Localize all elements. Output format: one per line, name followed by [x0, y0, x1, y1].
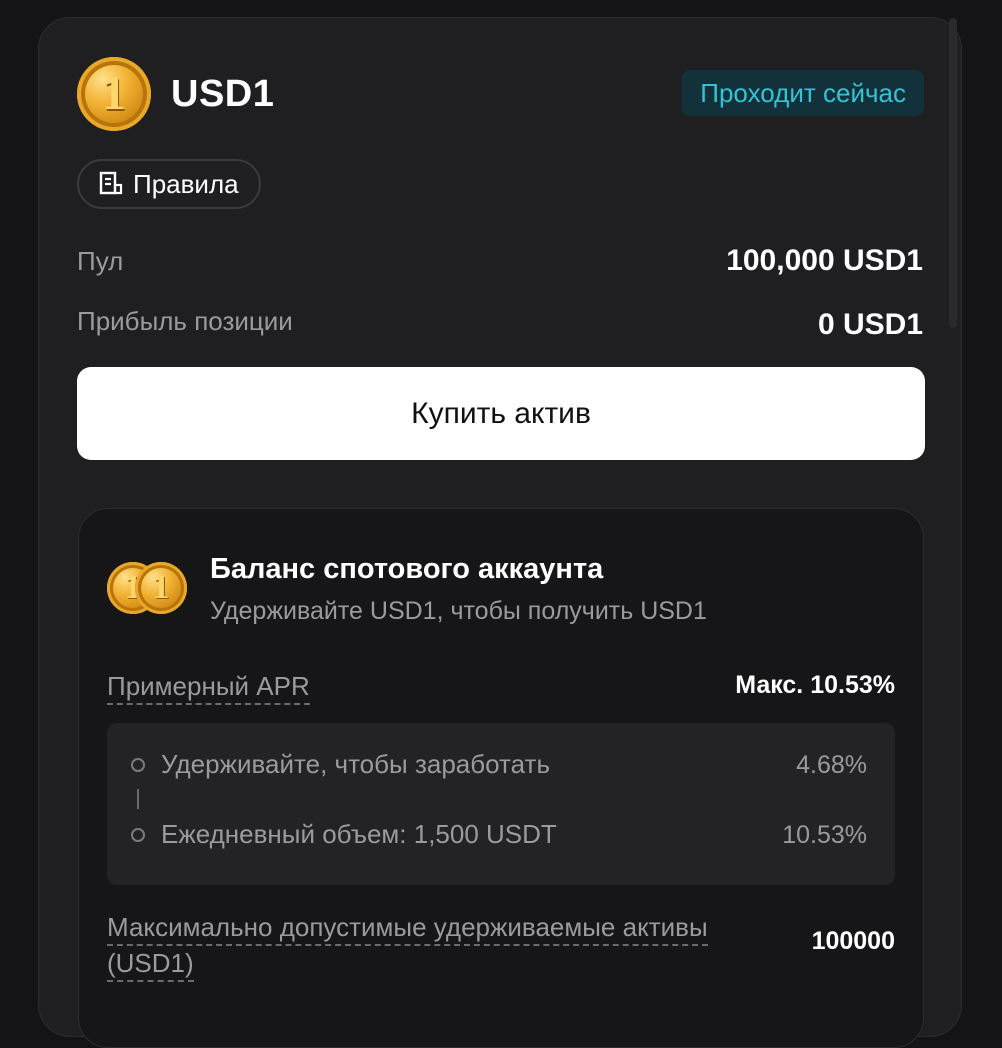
page-title: USD1 [171, 73, 275, 115]
pool-label: Пул [77, 246, 124, 276]
apr-breakdown: Удерживайте, чтобы заработать 4.68% Ежед… [107, 723, 895, 885]
tier-dot-icon [131, 757, 145, 772]
status-badge: Проходит сейчас [682, 70, 924, 116]
position-profit-value: 0 USD1 [817, 308, 923, 341]
position-profit-label: Прибыль позиции [77, 306, 293, 336]
max-holdings-label[interactable]: Максимально допустимые удерживаемые акти… [107, 909, 767, 982]
tier-connector [137, 789, 139, 809]
scrollbar[interactable] [949, 18, 957, 328]
document-icon [99, 171, 123, 195]
tier-dot-icon [131, 827, 145, 842]
spot-subtitle: Удерживайте USD1, чтобы получить USD1 [210, 597, 707, 625]
event-card: 1 USD1 Проходит сейчас Правила Пул 100,0… [38, 17, 962, 1048]
apr-value: Макс. 10.53% [735, 671, 895, 699]
rules-button[interactable]: Правила [77, 159, 261, 209]
max-holdings-label-text: Максимально допустимые удерживаемые акти… [107, 912, 708, 982]
usd1-coin-icon: 1 [77, 57, 151, 131]
apr-label[interactable]: Примерный APR [107, 671, 310, 705]
apr-label-text: Примерный APR [107, 671, 310, 705]
coin-front-icon: 1 [135, 562, 187, 614]
buy-asset-button[interactable]: Купить актив [77, 367, 925, 460]
spot-title: Баланс спотового аккаунта [210, 553, 604, 585]
tier-label: Ежедневный объем: 1,500 USDT [161, 819, 557, 849]
tier-label: Удерживайте, чтобы заработать [161, 749, 550, 779]
coin-symbol: 1 [102, 67, 126, 120]
apr-tier-hold: Удерживайте, чтобы заработать [131, 749, 550, 780]
tier-value: 4.68% [796, 751, 867, 779]
rules-label: Правила [133, 168, 239, 199]
spot-balance-card: 1 1 Баланс спотового аккаунта Удерживайт… [78, 508, 924, 1048]
max-holdings-value: 100000 [811, 927, 895, 955]
tier-value: 10.53% [782, 821, 867, 849]
pool-value: 100,000 USD1 [726, 244, 923, 277]
coin-front-symbol: 1 [152, 569, 170, 606]
apr-tier-volume: Ежедневный объем: 1,500 USDT [131, 819, 557, 850]
